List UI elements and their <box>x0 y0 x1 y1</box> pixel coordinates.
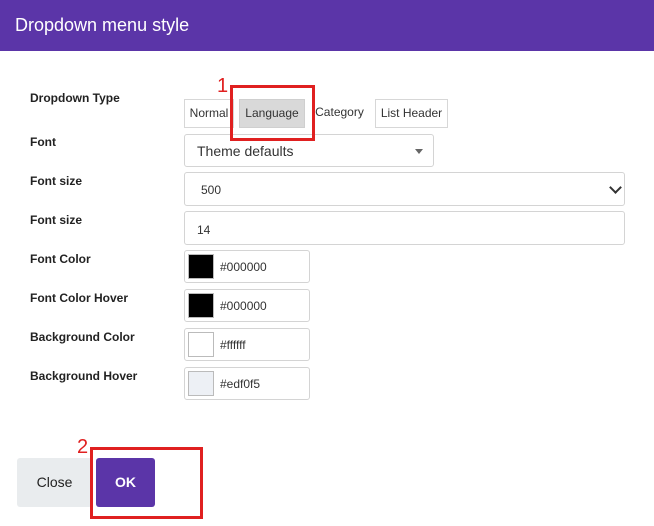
font-color-hover-swatch[interactable] <box>188 293 214 318</box>
font-size-input[interactable]: 14 <box>184 211 625 245</box>
caret-down-icon <box>415 149 423 154</box>
font-size-input-value: 14 <box>197 223 211 237</box>
font-weight-select-value: 500 <box>201 183 222 197</box>
background-color-field[interactable]: #ffffff <box>184 328 310 361</box>
dropdown-type-normal-button[interactable]: Normal <box>184 99 234 128</box>
chevron-down-icon <box>609 181 622 194</box>
font-label: Font <box>30 135 56 149</box>
background-hover-field[interactable]: #edf0f5 <box>184 367 310 400</box>
background-color-swatch[interactable] <box>188 332 214 357</box>
annotation-box-1 <box>230 85 315 141</box>
font-color-field[interactable]: #000000 <box>184 250 310 283</box>
dropdown-type-label: Dropdown Type <box>30 91 120 105</box>
font-weight-label: Font size <box>30 174 83 188</box>
background-hover-label: Background Hover <box>30 369 138 383</box>
background-hover-swatch[interactable] <box>188 371 214 396</box>
font-weight-select[interactable]: 500 <box>184 172 625 206</box>
annotation-marker-1: 1 <box>217 75 229 97</box>
dialog-header: Dropdown menu style <box>0 0 654 51</box>
font-color-label: Font Color <box>30 252 91 266</box>
dropdown-type-category-button[interactable]: Category <box>310 99 369 128</box>
annotation-marker-2: 2 <box>77 436 89 458</box>
close-button[interactable]: Close <box>17 458 92 507</box>
font-color-hover-value: #000000 <box>220 299 267 313</box>
font-select-value: Theme defaults <box>197 143 294 159</box>
background-hover-value: #edf0f5 <box>220 377 261 391</box>
background-color-label: Background Color <box>30 330 135 344</box>
font-color-hover-label: Font Color Hover <box>30 291 128 305</box>
font-color-value: #000000 <box>220 260 267 274</box>
font-color-swatch[interactable] <box>188 254 214 279</box>
dropdown-style-dialog: Dropdown menu style Dropdown Type Normal… <box>0 0 654 526</box>
dialog-title: Dropdown menu style <box>15 15 190 35</box>
dropdown-type-list-header-button[interactable]: List Header <box>375 99 448 128</box>
font-size-label: Font size <box>30 213 83 227</box>
background-color-value: #ffffff <box>220 338 246 352</box>
annotation-box-2 <box>90 447 203 519</box>
font-color-hover-field[interactable]: #000000 <box>184 289 310 322</box>
